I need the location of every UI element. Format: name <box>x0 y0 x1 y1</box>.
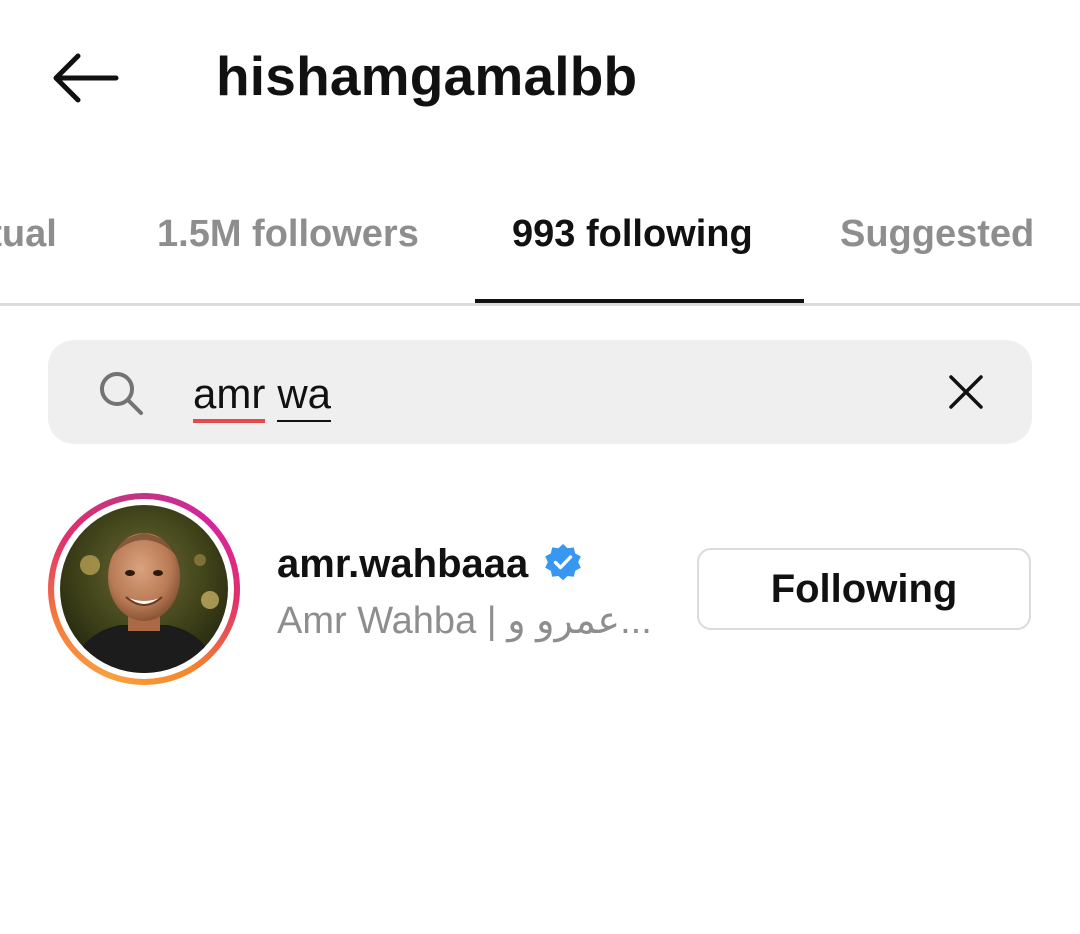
result-fullname: Amr Wahba | عمرو و... <box>277 600 652 642</box>
tab-following[interactable]: 993 following <box>512 210 753 258</box>
top-bar: hishamgamalbb <box>0 0 1080 160</box>
search-icon <box>100 372 143 415</box>
arrow-left-icon <box>53 53 119 103</box>
search-input[interactable]: amr wa <box>193 366 332 423</box>
clear-search-button[interactable] <box>940 366 992 418</box>
close-icon <box>949 375 983 409</box>
tabs-divider <box>0 303 1080 306</box>
avatar-photo <box>60 505 228 673</box>
tab-followers[interactable]: 1.5M followers <box>157 210 419 258</box>
back-button[interactable] <box>40 42 128 114</box>
page-title: hishamgamalbb <box>216 45 638 107</box>
search-query-word-misspelled: amr <box>193 370 266 423</box>
tab-mutual[interactable]: utual <box>0 210 57 258</box>
verified-badge-icon <box>545 544 581 581</box>
search-query-word-composing: wa <box>277 370 332 422</box>
tab-bar: utual 1.5M followers 993 following Sugge… <box>0 180 1080 306</box>
following-button[interactable]: Following <box>697 548 1031 630</box>
tab-suggested[interactable]: Suggested <box>840 210 1034 258</box>
result-username[interactable]: amr.wahbaaa <box>277 538 528 590</box>
avatar[interactable] <box>60 505 228 673</box>
